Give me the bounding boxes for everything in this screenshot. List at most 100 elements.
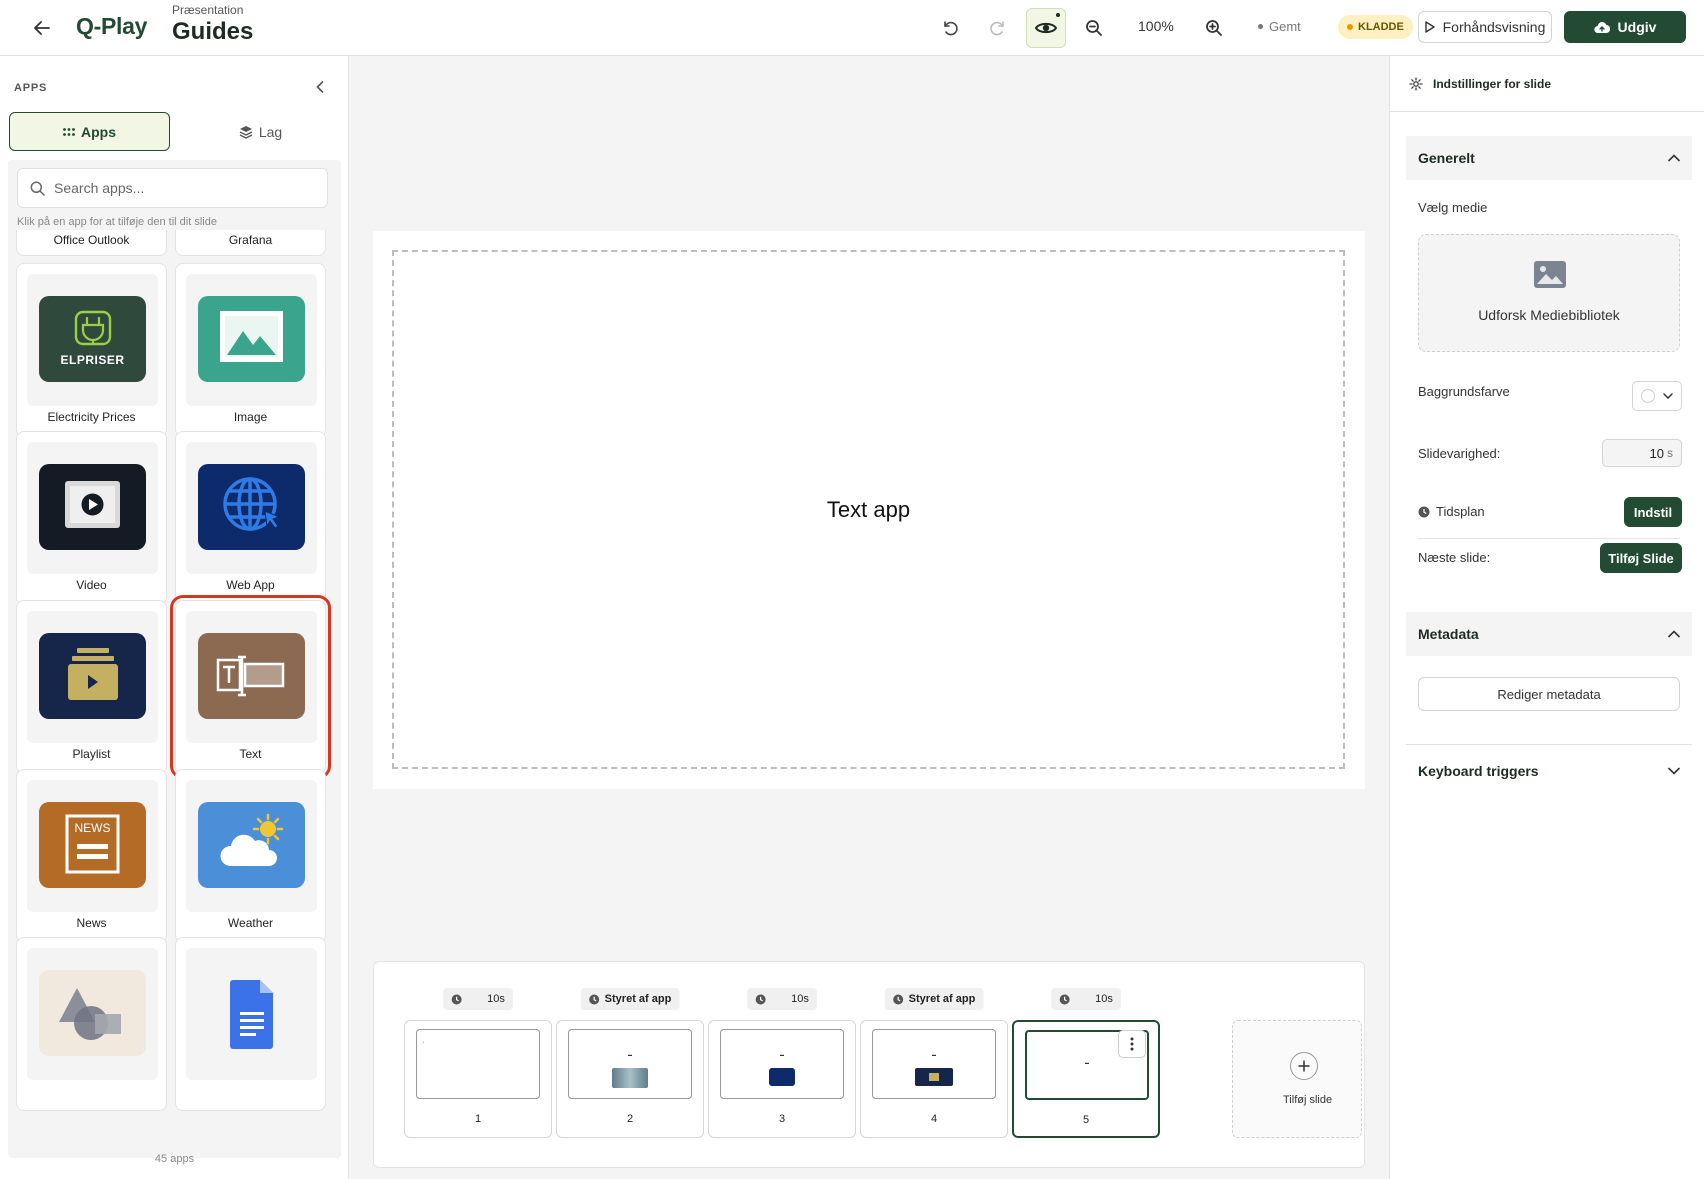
add-slide-button[interactable]: Tilføj slide	[1232, 1020, 1362, 1138]
text-app-layer[interactable]: Text app	[392, 250, 1345, 769]
apps-grid[interactable]: Office Outlook Grafana ELPRISER Electric…	[16, 230, 333, 1124]
slide-thumbnail-2[interactable]: ▬ 2	[556, 1020, 704, 1138]
layers-icon	[239, 125, 253, 139]
app-card-office-outlook[interactable]: Office Outlook	[16, 230, 167, 256]
zoom-in-button[interactable]	[1198, 12, 1230, 44]
slide-duration-unit: s	[1667, 446, 1673, 460]
app-label: Text	[239, 747, 262, 761]
slide-thumbnail-4[interactable]: ▬ 4	[860, 1020, 1008, 1138]
edit-metadata-button[interactable]: Rediger metadata	[1418, 677, 1680, 711]
publish-label: Udgiv	[1617, 19, 1657, 35]
slide-thumbnail-5[interactable]: ▬ 5	[1012, 1020, 1160, 1138]
undo-button[interactable]	[934, 12, 966, 44]
background-color-picker[interactable]	[1632, 381, 1682, 411]
section-keyboard-triggers-toggle[interactable]: Keyboard triggers	[1406, 749, 1692, 793]
slide-number: 3	[778, 1113, 786, 1125]
collapse-panel-button[interactable]	[311, 78, 329, 96]
google-docs-icon	[198, 970, 305, 1056]
duration-pill[interactable]: Styret af app	[580, 988, 680, 1010]
top-bar: Q-Play Præsentation Guides 100% Gemt KLA…	[0, 0, 1704, 56]
divider	[1406, 744, 1692, 745]
app-card-video[interactable]: Video	[16, 431, 167, 605]
duration-pill[interactable]: 10s	[747, 988, 817, 1010]
slide-number: 2	[626, 1113, 634, 1125]
gear-icon	[1409, 76, 1423, 91]
media-library-dropzone[interactable]: Udforsk Mediebibliotek	[1418, 234, 1680, 352]
clock-icon	[755, 994, 766, 1004]
duration-pill[interactable]: Styret af app	[884, 988, 984, 1010]
clock-icon	[893, 994, 904, 1004]
section-metadata-toggle[interactable]: Metadata	[1406, 612, 1692, 656]
search-field[interactable]	[17, 168, 328, 208]
app-card-shapes[interactable]	[16, 937, 167, 1111]
schedule-row: Tidsplan	[1418, 504, 1485, 519]
slide-menu-button[interactable]	[1118, 1030, 1146, 1058]
duration-value: 10	[791, 993, 804, 1005]
duration-value: Styret af app	[604, 993, 672, 1005]
tab-apps-label: Apps	[81, 123, 116, 140]
tab-layers[interactable]: Lag	[180, 112, 341, 151]
duration-unit: s	[499, 993, 505, 1005]
app-card-playlist[interactable]: Playlist	[16, 600, 167, 774]
app-card-weather[interactable]: Weather	[175, 769, 326, 943]
slide-preview: ▪	[416, 1029, 540, 1099]
preview-mode-toggle[interactable]	[1026, 8, 1066, 48]
apps-panel: APPS Apps Lag Klik på en app for at tilf…	[0, 56, 349, 1179]
duration-pill[interactable]: 10s	[1051, 988, 1121, 1010]
slide-preview: ▬	[872, 1029, 996, 1099]
back-button[interactable]	[28, 14, 56, 42]
app-card-image[interactable]: Image	[175, 263, 326, 437]
app-card-text[interactable]: Text	[170, 595, 331, 779]
publish-button[interactable]: Udgiv	[1564, 11, 1686, 43]
active-indicator	[1056, 13, 1060, 17]
slide-thumbnail-3[interactable]: ▬ 3	[708, 1020, 856, 1138]
draft-label: KLADDE	[1358, 21, 1404, 33]
app-label: Weather	[227, 916, 274, 930]
app-label: Web App	[226, 578, 275, 592]
clock-icon	[1059, 994, 1070, 1004]
media-library-label: Udforsk Mediebibliotek	[1478, 307, 1620, 323]
app-card-news[interactable]: NEWS News	[16, 769, 167, 943]
slide-duration-input[interactable]: 10 s	[1602, 439, 1682, 467]
app-card-electricity-prices[interactable]: ELPRISER Electricity Prices	[16, 263, 167, 437]
slide-column-1: 10s ▪ 1	[404, 962, 552, 1162]
section-general-toggle[interactable]: Generelt	[1406, 136, 1692, 180]
duration-pill[interactable]: 10s	[443, 988, 513, 1010]
section-title: Keyboard triggers	[1418, 763, 1539, 779]
text-icon	[198, 633, 305, 719]
search-icon	[30, 181, 45, 196]
slide-thumbnail-1[interactable]: ▪ 1	[404, 1020, 552, 1138]
redo-button[interactable]	[982, 12, 1014, 44]
app-label: Electricity Prices	[47, 410, 136, 424]
app-card-google-docs[interactable]	[175, 937, 326, 1111]
schedule-label: Tidsplan	[1436, 504, 1485, 519]
color-swatch	[1641, 389, 1655, 403]
slide-number: 5	[1082, 1114, 1090, 1126]
slide-column-2: Styret af app ▬ 2	[556, 962, 704, 1162]
tab-apps[interactable]: Apps	[9, 112, 170, 151]
icon-wordmark: ELPRISER	[60, 353, 125, 367]
app-label: Office Outlook	[53, 233, 130, 247]
duration-unit: s	[803, 993, 809, 1005]
image-placeholder-icon	[1534, 261, 1566, 288]
search-input[interactable]	[54, 180, 314, 196]
apps-count: 45 apps	[154, 1153, 195, 1165]
slide-canvas[interactable]: Text app	[373, 231, 1365, 789]
background-color-label: Baggrundsfarve	[1418, 384, 1510, 399]
playlist-icon	[39, 633, 146, 719]
app-card-grafana[interactable]: Grafana	[175, 230, 326, 256]
mini-text: ▬	[932, 1052, 936, 1057]
preview-label: Forhåndsvisning	[1442, 19, 1546, 35]
zoom-out-button[interactable]	[1078, 12, 1110, 44]
clock-icon	[451, 994, 462, 1004]
app-label: Playlist	[72, 747, 111, 761]
add-next-slide-button[interactable]: Tilføj Slide	[1600, 543, 1682, 573]
preview-button[interactable]: Forhåndsvisning	[1418, 11, 1552, 43]
app-card-web-app[interactable]: Web App	[175, 431, 326, 605]
plus-icon	[1290, 1052, 1318, 1080]
chevron-up-icon	[1668, 154, 1680, 162]
apps-hint: Klik på en app for at tilføje den til di…	[17, 216, 217, 228]
schedule-set-button[interactable]: Indstil	[1624, 497, 1682, 527]
slide-settings-panel: Indstillinger for slide Generelt Vælg me…	[1389, 56, 1704, 1179]
mini-image	[769, 1068, 795, 1086]
